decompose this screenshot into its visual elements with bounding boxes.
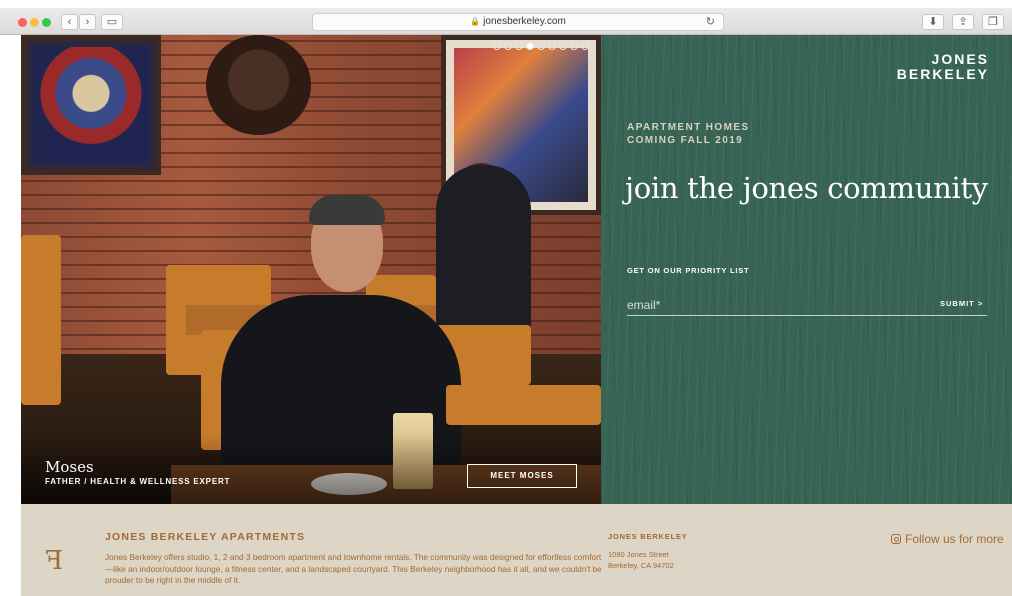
share-icon: ⇪ <box>958 16 968 28</box>
url-text: jonesberkeley.com <box>483 16 566 27</box>
page-headline: join the jones community <box>625 171 988 205</box>
sidebar-icon: ▭ <box>106 16 118 28</box>
eyebrow-text: APARTMENT HOMES COMING FALL 2019 <box>627 122 750 146</box>
instagram-icon <box>891 534 901 544</box>
carousel-dot[interactable] <box>537 42 545 50</box>
footer-logo-icon: ꟻ <box>45 546 64 576</box>
site-footer: ꟻ JONES BERKELEY APARTMENTS Jones Berkel… <box>21 504 1012 596</box>
browser-toolbar: ‹ › ▭ 🔒 jonesberkeley.com ↻ ⬇ ⇪ ❐ <box>0 8 1012 35</box>
tabs-overview-button[interactable]: ❐ <box>982 14 1004 30</box>
back-button[interactable]: ‹ <box>61 14 78 30</box>
zoom-window-button[interactable] <box>42 18 51 27</box>
download-icon: ⬇ <box>928 16 938 28</box>
lock-icon: 🔒 <box>470 17 481 26</box>
tabs-icon: ❐ <box>988 16 998 28</box>
close-window-button[interactable] <box>18 18 27 27</box>
person-name: Moses <box>45 458 94 476</box>
brand-logo[interactable]: JONES BERKELEY <box>897 52 989 82</box>
person-role: FATHER / HEALTH & WELLNESS EXPERT <box>45 477 231 486</box>
reload-icon[interactable]: ↻ <box>706 14 715 30</box>
contact-title: JONES BERKELEY <box>608 532 688 541</box>
hero-section: Moses FATHER / HEALTH & WELLNESS EXPERT … <box>21 35 1012 504</box>
carousel-dot[interactable] <box>570 42 578 50</box>
carousel-dot[interactable] <box>548 42 556 50</box>
hero-photo: Moses FATHER / HEALTH & WELLNESS EXPERT … <box>21 35 601 504</box>
meet-person-button[interactable]: MEET MOSES <box>467 464 577 488</box>
address-bar[interactable]: 🔒 jonesberkeley.com ↻ <box>312 13 724 31</box>
downloads-button[interactable]: ⬇ <box>922 14 944 30</box>
lion-sculpture <box>206 35 311 135</box>
minimize-window-button[interactable] <box>30 18 39 27</box>
priority-list-label: GET ON OUR PRIORITY LIST <box>627 266 750 275</box>
email-field[interactable] <box>627 294 987 316</box>
carousel-dot[interactable] <box>526 42 534 50</box>
carousel-dot[interactable] <box>581 42 589 50</box>
address: 1080 Jones Street Berkeley, CA 94702 <box>608 550 674 570</box>
carousel-indicators <box>493 42 589 50</box>
submit-button[interactable]: SUBMIT > <box>940 299 983 308</box>
instagram-link[interactable]: Follow us for more <box>891 532 1004 546</box>
carousel-dot[interactable] <box>559 42 567 50</box>
forward-button[interactable]: › <box>79 14 96 30</box>
footer-description: Jones Berkeley offers studio, 1, 2 and 3… <box>105 552 602 585</box>
sidebar-toggle-button[interactable]: ▭ <box>101 14 123 30</box>
share-button[interactable]: ⇪ <box>952 14 974 30</box>
signup-panel: JONES BERKELEY APARTMENT HOMES COMING FA… <box>601 35 1012 504</box>
chevron-left-icon: ‹ <box>67 16 72 28</box>
carousel-dot[interactable] <box>493 42 501 50</box>
carousel-dot[interactable] <box>504 42 512 50</box>
footer-title: JONES BERKELEY APARTMENTS <box>105 531 306 543</box>
carousel-dot[interactable] <box>515 42 523 50</box>
painting-left <box>21 35 161 175</box>
chevron-right-icon: › <box>85 16 90 28</box>
